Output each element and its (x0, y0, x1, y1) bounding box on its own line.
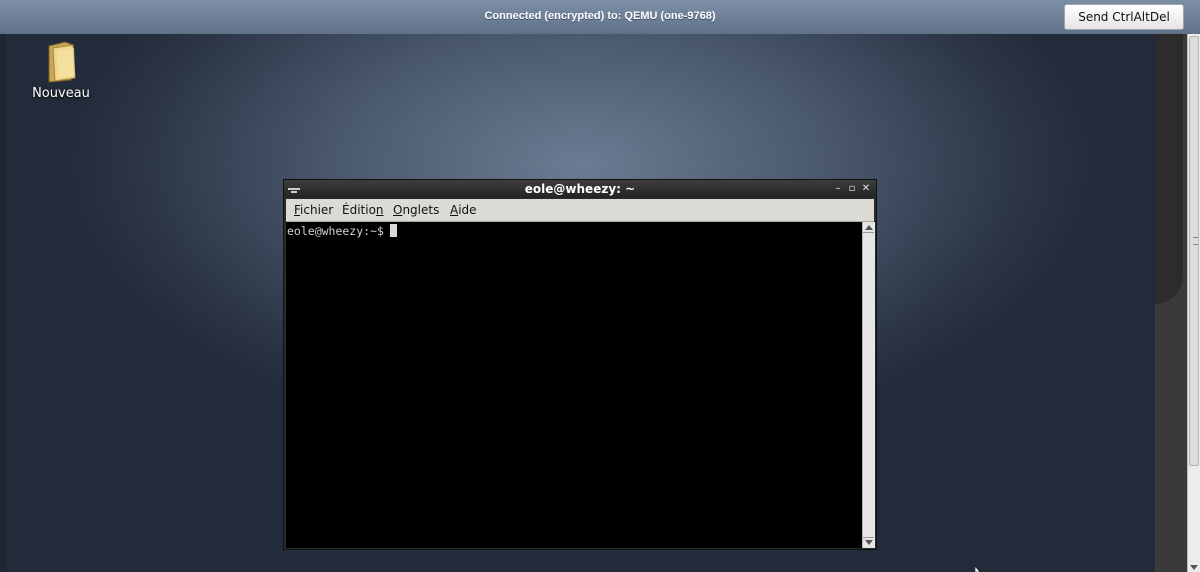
desktop-icon-nouveau[interactable]: Nouveau (24, 40, 98, 104)
menu-fichier[interactable]: Fichier (294, 203, 333, 217)
send-ctrl-alt-del-button[interactable]: Send CtrlAltDel (1064, 4, 1184, 30)
terminal-titlebar[interactable]: eole@wheezy: ~ – ▫ ✕ (284, 180, 876, 198)
menu-aide[interactable]: Aide (450, 203, 477, 217)
terminal-scrollbar[interactable] (862, 222, 875, 548)
menu-mnemonic: O (393, 203, 403, 217)
scrollbar-divider-top (863, 232, 874, 233)
folder-icon (48, 41, 76, 83)
vnc-vertical-scrollbar[interactable] (1187, 34, 1200, 572)
scroll-up-arrow-icon[interactable] (865, 225, 873, 230)
vnc-scrollbar-thumb[interactable] (1189, 36, 1199, 466)
terminal-output[interactable]: eole@wheezy:~$ (286, 222, 862, 548)
maximize-icon[interactable]: ▫ (846, 182, 858, 195)
menu-mnemonic: A (450, 203, 459, 217)
scroll-down-arrow-icon[interactable] (865, 540, 873, 545)
scrollbar-grip-icon (1193, 237, 1198, 245)
terminal-window[interactable]: eole@wheezy: ~ – ▫ ✕ Fichier Édition Ong… (283, 179, 877, 550)
close-icon[interactable]: ✕ (860, 182, 872, 195)
desktop-right-panel-curve (1155, 34, 1183, 304)
desktop-icon-label: Nouveau (32, 86, 90, 101)
terminal-title: eole@wheezy: ~ (524, 182, 636, 196)
vnc-connection-status: Connected (encrypted) to: QEMU (one-9768… (484, 10, 716, 22)
menu-onglets[interactable]: Onglets (393, 203, 439, 217)
scrollbar-divider-bottom (863, 537, 874, 538)
terminal-menubar: Fichier Édition Onglets Aide (286, 199, 874, 222)
shell-prompt: eole@wheezy:~$ (287, 224, 397, 238)
menu-mnemonic: n (375, 203, 384, 217)
menu-mnemonic: F (294, 203, 301, 217)
scroll-down-arrow-icon[interactable] (1190, 565, 1198, 570)
menu-edition[interactable]: Édition (342, 203, 384, 217)
minimize-icon[interactable]: – (832, 182, 844, 195)
vnc-status-bar: Connected (encrypted) to: QEMU (one-9768… (0, 0, 1200, 35)
prompt-text: eole@wheezy:~$ (287, 224, 384, 238)
text-cursor (389, 224, 397, 237)
mouse-pointer-icon (975, 566, 981, 572)
